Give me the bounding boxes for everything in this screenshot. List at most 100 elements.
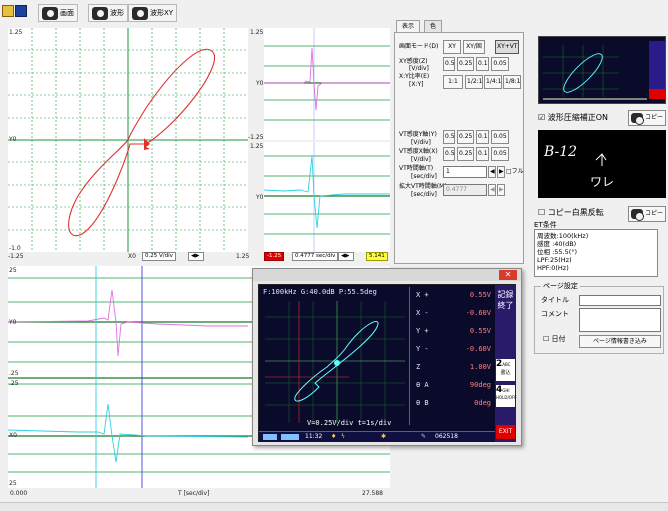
x-time-plot[interactable] — [264, 142, 390, 252]
xtime-timebox[interactable]: 0.4777 sec/div — [292, 252, 339, 261]
bulb-icon: ♦ — [331, 433, 337, 440]
vtx-sens-0.1[interactable]: 0.1 — [476, 147, 489, 161]
open-icon[interactable] — [2, 5, 14, 17]
time-y0b: X0 — [9, 432, 17, 439]
xy-x-right: 1.25 — [236, 253, 250, 260]
exit-softkey[interactable]: EXIT — [496, 425, 515, 439]
xy-sens-unit: [V/div] — [409, 65, 429, 72]
save-icon[interactable] — [15, 5, 27, 17]
ratio-eighth[interactable]: 1/8:1 — [503, 75, 521, 89]
xy-sens-0.5[interactable]: 0.5 — [443, 57, 455, 71]
time-x-label: T [sec/div] — [178, 490, 210, 497]
title-label: タイトル — [541, 296, 569, 304]
handwriting-canvas[interactable]: B-12 ワレ — [538, 130, 666, 198]
vt-sens-x-unit: [V/div] — [411, 156, 431, 163]
write-softkey[interactable]: 2ABC 書込 — [496, 359, 515, 381]
vty-sens-0.5[interactable]: 0.5 — [443, 130, 455, 144]
mode-label: 画面モード(D) — [399, 43, 439, 50]
compress-checkbox[interactable]: ☑ 波形圧縮補正ON — [538, 112, 608, 123]
vt-time-field[interactable]: 1 — [443, 166, 487, 178]
battery-icon — [263, 434, 277, 440]
tab-display[interactable]: 表示 — [396, 20, 421, 32]
copy-button-2[interactable]: コピー — [628, 206, 666, 222]
xy-y-mid: Y0 — [9, 136, 17, 143]
scope-dialog[interactable]: ✕ F:100kHz G:40.0dB P:55.5deg X + 0.55V … — [252, 268, 522, 446]
hold-softkey[interactable]: 4GHI HOLD/OFF — [496, 385, 517, 407]
ratio-quarter[interactable]: 1/4:1 — [484, 75, 502, 89]
battery-icon-2 — [281, 434, 299, 440]
title-input[interactable] — [579, 295, 661, 306]
capture-wave-xy-button[interactable]: 波形XY — [128, 4, 178, 22]
ratio-half[interactable]: 1/2:1 — [465, 75, 483, 89]
xy-sens-0.1[interactable]: 0.1 — [476, 57, 489, 71]
camera-icon — [631, 113, 644, 125]
scope-header: F:100kHz G:40.0dB P:55.5deg — [263, 288, 377, 296]
ratio-1-1[interactable]: 1:1 — [443, 75, 463, 89]
vty-sens-0.1[interactable]: 0.1 — [476, 130, 489, 144]
vtx-sens-0.05[interactable]: 0.05 — [491, 147, 509, 161]
xy-scale-box[interactable]: 0.25 V/div — [142, 252, 176, 261]
full-checkbox-label[interactable]: □フル — [506, 168, 524, 175]
mode-xyvt-button[interactable]: XY+VT — [495, 40, 519, 54]
xtime-right-val: 5.141 — [366, 252, 388, 261]
xtime-spin[interactable]: ◀▶ — [338, 252, 354, 261]
scope-readouts: X + 0.55V X - -0.60V Y + 0.55V Y - -0.60… — [409, 287, 495, 425]
comment-input[interactable] — [579, 308, 661, 332]
xy-plot-svg — [8, 28, 248, 252]
page-settings-label: ページ設定 — [541, 282, 580, 290]
xy-y-top: 1.25 — [9, 29, 23, 36]
invert-checkbox[interactable]: ☐ コピー白黒反転 — [538, 207, 604, 218]
vty-sens-0.05[interactable]: 0.05 — [491, 130, 509, 144]
tab-color[interactable]: 色 — [424, 20, 443, 32]
scope-footer: V=0.25V/div t=1s/div — [307, 419, 392, 427]
date-checkbox[interactable]: ☐ 日付 — [543, 336, 566, 343]
time-y0a: Y0 — [9, 319, 17, 326]
xy-y-bot: -1.0 — [9, 245, 21, 252]
toolbar: 画面 波形 波形XY — [0, 0, 668, 26]
xtime-left-val: -1.25 — [264, 252, 285, 261]
time-y-mid-b: .25 — [9, 380, 19, 387]
capture-wave-button[interactable]: 波形 — [88, 4, 128, 22]
time-y-mid-a: .25 — [9, 370, 19, 377]
xtime-y0: Y0 — [256, 194, 264, 201]
scope-side-panel: 記録終了 2ABC 書込 4GHI HOLD/OFF EXIT — [495, 285, 517, 442]
write-page-info-button[interactable]: ページ情報書き込み — [579, 335, 661, 348]
mode-xy-button[interactable]: XY — [443, 40, 461, 54]
vt-time-label: VT時間軸(T) — [399, 165, 434, 172]
vt-time-max-spin-right[interactable]: ▶ — [497, 184, 505, 196]
copy-button-1[interactable]: コピー — [628, 110, 666, 126]
xy-sens-0.25[interactable]: 0.25 — [457, 57, 474, 71]
ytime-y0: Y0 — [256, 80, 264, 87]
vt-sens-x-label: VT感度X軸(X) — [399, 148, 438, 155]
vt-sens-y-unit: [V/div] — [411, 139, 431, 146]
close-icon[interactable]: ✕ — [499, 270, 517, 280]
page-settings-group: ページ設定 タイトル コメント ☐ 日付 ページ情報書き込み — [534, 282, 664, 354]
vt-time-unit: [sec/div] — [411, 173, 437, 180]
vt-time-spin-left[interactable]: ◀ — [488, 166, 496, 178]
record-end-label: 記録終了 — [497, 290, 514, 310]
time-x-right: 27.588 — [362, 490, 383, 497]
dialog-titlebar[interactable] — [253, 269, 521, 281]
xy-plot[interactable] — [8, 28, 248, 252]
vt-time-max-field[interactable]: 0.4777 — [443, 184, 487, 196]
vt-time-spin-right[interactable]: ▶ — [497, 166, 505, 178]
mode-xy-fixed-button[interactable]: XY/固 — [463, 40, 485, 54]
scope-screen: F:100kHz G:40.0dB P:55.5deg X + 0.55V X … — [258, 284, 517, 442]
camera-icon — [92, 6, 108, 20]
vtx-sens-0.5[interactable]: 0.5 — [443, 147, 455, 161]
xy-sens-label: XY感度(Z) — [399, 58, 428, 65]
capture-screen-button[interactable]: 画面 — [38, 4, 78, 22]
vty-sens-0.25[interactable]: 0.25 — [457, 130, 474, 144]
xy-ratio-unit: [X:Y] — [409, 81, 424, 88]
et-conditions[interactable]: 周波数:100(kHz) 感度 :40(dB) 位相 :55.5(°) LPF:… — [534, 229, 658, 277]
xy-sens-0.05[interactable]: 0.05 — [491, 57, 509, 71]
vtx-sens-0.25[interactable]: 0.25 — [457, 147, 474, 161]
vt-time-max-spin-left[interactable]: ◀ — [488, 184, 496, 196]
y-time-plot[interactable] — [264, 28, 390, 140]
xy-x-left: -1.25 — [8, 253, 24, 260]
xy-scale-spin[interactable]: ◀▶ — [188, 252, 204, 261]
xy-ratio-label: X:Y比率(E) — [399, 73, 430, 80]
preview-thumbnail[interactable] — [538, 36, 666, 104]
handwriting-text-2: ワレ — [590, 175, 614, 189]
status-strip — [0, 502, 668, 511]
